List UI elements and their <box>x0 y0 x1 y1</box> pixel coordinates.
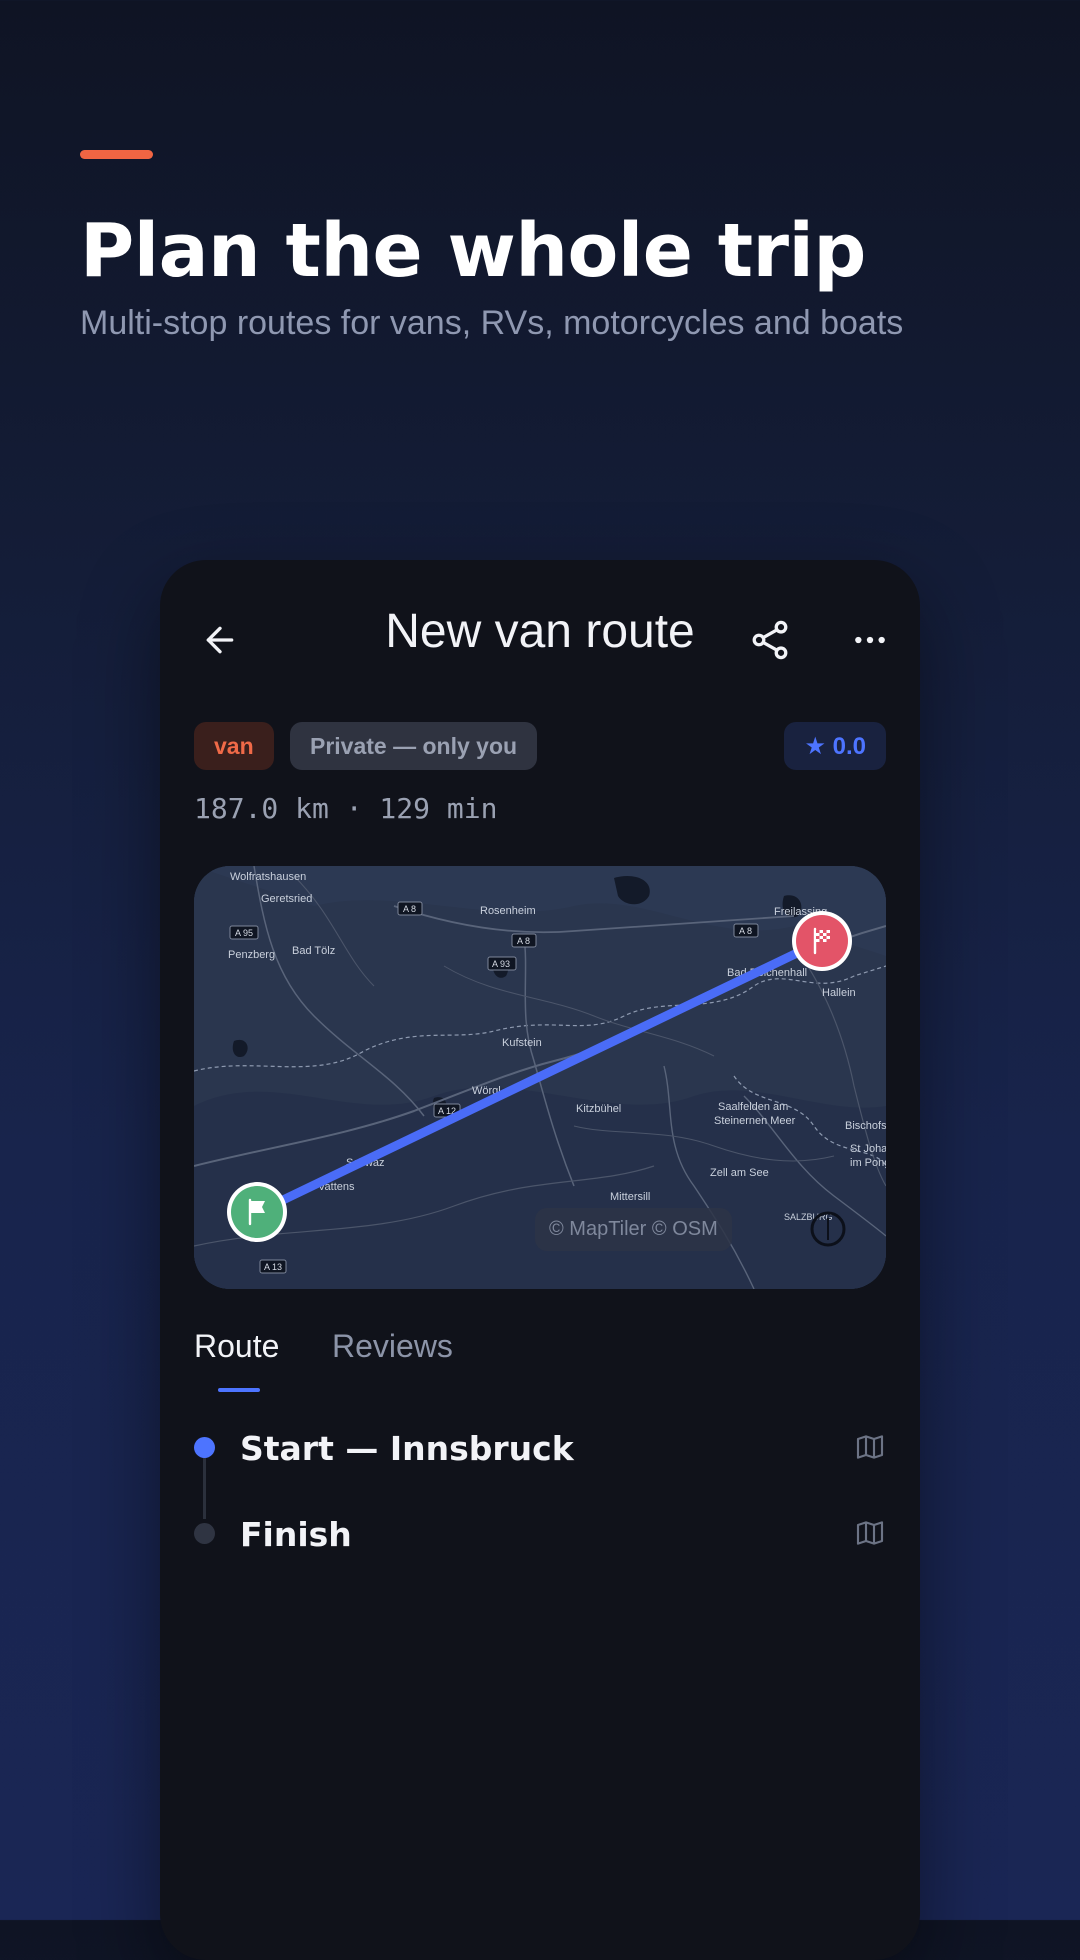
route-stats: 187.0 km · 129 min <box>194 792 498 825</box>
place-bad-tolz: Bad Tölz <box>292 945 335 957</box>
more-button[interactable] <box>840 610 900 670</box>
place-zell: Zell am See <box>710 1167 769 1179</box>
more-horizontal-icon <box>855 636 885 644</box>
stop-dot <box>194 1523 215 1544</box>
place-saalfelden: Saalfelden am <box>718 1101 788 1113</box>
start-marker[interactable] <box>227 1182 287 1242</box>
stop-label: Finish <box>240 1515 352 1554</box>
svg-text:A 13: A 13 <box>264 1262 282 1272</box>
stop-dot-active <box>194 1437 215 1458</box>
svg-text:A 93: A 93 <box>492 959 510 969</box>
stop-item-start[interactable]: Start — Innsbruck <box>194 1425 886 1485</box>
stop-label: Start — Innsbruck <box>240 1429 574 1468</box>
rating-chip[interactable]: ★ 0.0 <box>784 722 886 770</box>
place-kitzbuhel: Kitzbühel <box>576 1103 621 1115</box>
stop-item-finish[interactable]: Finish <box>194 1511 886 1571</box>
hero-subtitle: Multi-stop routes for vans, RVs, motorcy… <box>80 304 904 342</box>
place-bischofs: Bischofs <box>845 1120 886 1132</box>
route-map[interactable]: Wolfratshausen Geretsried Penzberg Bad T… <box>194 866 886 1289</box>
road-a95: A 95 <box>229 925 259 940</box>
vehicle-chip: van <box>194 722 274 770</box>
visibility-chip: Private — only you <box>290 722 538 770</box>
svg-text:A 8: A 8 <box>517 936 530 946</box>
route-tabs: Route Reviews <box>194 1320 886 1400</box>
place-wolfratshausen: Wolfratshausen <box>230 871 306 883</box>
finish-marker[interactable] <box>792 911 852 971</box>
tab-active-indicator <box>218 1388 260 1392</box>
tab-reviews[interactable]: Reviews <box>332 1328 453 1365</box>
place-st-johann-2: im Pong <box>850 1157 886 1169</box>
map-icon[interactable] <box>854 1517 886 1549</box>
road-a8-3: A 8 <box>733 923 759 938</box>
road-a13: A 13 <box>259 1259 287 1274</box>
route-title: New van route <box>385 605 695 658</box>
tab-route[interactable]: Route <box>194 1328 279 1365</box>
hero-title: Plan the whole trip <box>80 208 866 294</box>
place-st-johann: St Joha <box>850 1143 886 1155</box>
share-button[interactable] <box>740 610 800 670</box>
place-saalfelden-2: Steinernen Meer <box>714 1115 796 1127</box>
map-icon[interactable] <box>854 1431 886 1463</box>
place-geretsried: Geretsried <box>261 893 312 905</box>
place-rosenheim: Rosenheim <box>480 905 536 917</box>
place-penzberg: Penzberg <box>228 949 275 961</box>
phone-mockup: New van route van Private — only you ★ 0… <box>160 560 920 1960</box>
app-header: New van route <box>160 560 920 710</box>
svg-text:A 8: A 8 <box>403 904 416 914</box>
road-a8-2: A 8 <box>511 933 537 948</box>
road-a8-1: A 8 <box>397 901 423 916</box>
place-kufstein: Kufstein <box>502 1037 542 1049</box>
accent-bar <box>80 150 153 159</box>
place-hallein: Hallein <box>822 987 856 999</box>
share-icon <box>752 620 788 660</box>
svg-text:A 8: A 8 <box>739 926 752 936</box>
map-attribution[interactable]: © MapTiler © OSM <box>535 1208 732 1251</box>
svg-text:A 95: A 95 <box>235 928 253 938</box>
road-a93: A 93 <box>487 956 517 971</box>
place-mittersill: Mittersill <box>610 1191 650 1203</box>
